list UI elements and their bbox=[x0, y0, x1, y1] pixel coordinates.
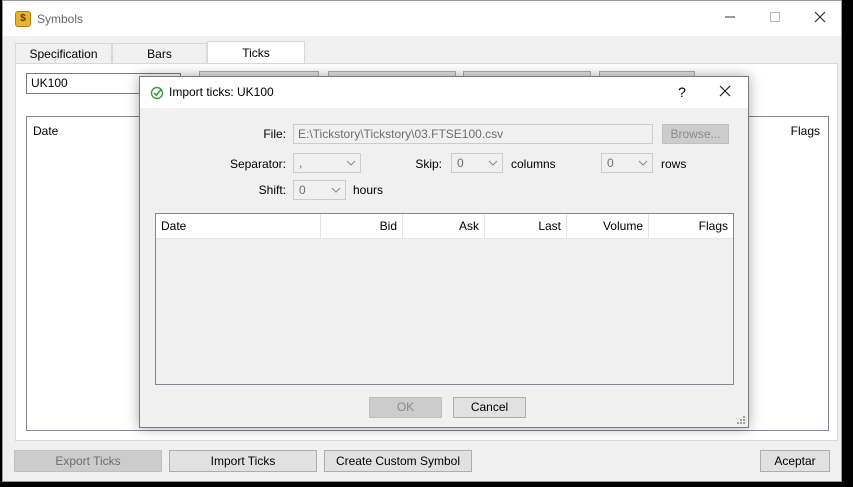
import-ticks-button[interactable]: Import Ticks bbox=[169, 450, 317, 472]
symbols-titlebar[interactable]: $ Symbols bbox=[3, 1, 841, 36]
close-button[interactable] bbox=[805, 7, 835, 29]
separator-label: Separator: bbox=[229, 157, 286, 171]
column-header-date[interactable]: Date bbox=[156, 214, 321, 239]
dialog-titlebar[interactable]: Import ticks: UK100 ? bbox=[140, 77, 748, 108]
maximize-button[interactable] bbox=[760, 7, 790, 29]
symbols-coin-icon: $ bbox=[15, 11, 31, 27]
chevron-down-icon bbox=[331, 187, 341, 193]
column-header-volume[interactable]: Volume bbox=[567, 214, 649, 239]
file-label: File: bbox=[263, 127, 286, 141]
chevron-down-icon bbox=[346, 160, 356, 166]
create-custom-symbol-button[interactable]: Create Custom Symbol bbox=[324, 450, 472, 472]
help-button[interactable]: ? bbox=[672, 82, 692, 102]
minimize-button[interactable] bbox=[715, 7, 745, 29]
column-header-flags[interactable]: Flags bbox=[649, 214, 733, 239]
export-ticks-button[interactable]: Export Ticks bbox=[14, 450, 162, 472]
skip-rows-value: 0 bbox=[607, 156, 614, 170]
browse-button[interactable]: Browse... bbox=[662, 124, 729, 144]
columns-label: columns bbox=[511, 157, 556, 171]
column-header-flags[interactable]: Flags bbox=[791, 124, 820, 138]
close-icon bbox=[719, 85, 731, 97]
hours-label: hours bbox=[353, 183, 384, 197]
column-header-date[interactable]: Date bbox=[33, 124, 58, 138]
import-check-icon bbox=[150, 86, 164, 100]
preview-table[interactable]: Date Bid Ask Last Volume Flags bbox=[155, 213, 734, 385]
chevron-down-icon bbox=[488, 160, 498, 166]
window-title: Symbols bbox=[37, 12, 84, 26]
separator-select[interactable]: , bbox=[293, 153, 361, 173]
separator-value: , bbox=[299, 156, 303, 170]
skip-columns-select[interactable]: 0 bbox=[451, 153, 503, 173]
shift-label: Shift: bbox=[258, 183, 286, 197]
tab-ticks[interactable]: Ticks bbox=[207, 41, 305, 64]
skip-columns-value: 0 bbox=[457, 156, 464, 170]
preview-table-header: Date Bid Ask Last Volume Flags bbox=[156, 214, 733, 239]
ok-button[interactable]: OK bbox=[369, 397, 442, 418]
shift-select[interactable]: 0 bbox=[293, 180, 346, 200]
column-header-ask[interactable]: Ask bbox=[403, 214, 485, 239]
chevron-down-icon bbox=[638, 160, 648, 166]
import-ticks-dialog: Import ticks: UK100 ? File: E:\Tickstory… bbox=[139, 76, 749, 428]
tab-bars[interactable]: Bars bbox=[112, 43, 207, 65]
accept-button[interactable]: Aceptar bbox=[760, 450, 830, 472]
column-header-last[interactable]: Last bbox=[485, 214, 567, 239]
cancel-button[interactable]: Cancel bbox=[453, 397, 526, 418]
skip-rows-select[interactable]: 0 bbox=[601, 153, 653, 173]
dialog-close-button[interactable] bbox=[713, 81, 737, 103]
column-header-bid[interactable]: Bid bbox=[321, 214, 403, 239]
dialog-title: Import ticks: UK100 bbox=[169, 85, 274, 99]
skip-label: Skip: bbox=[415, 157, 442, 171]
tab-specification[interactable]: Specification bbox=[15, 43, 112, 65]
file-path-input[interactable]: E:\Tickstory\Tickstory\03.FTSE100.csv bbox=[293, 124, 653, 144]
resize-grip-icon[interactable] bbox=[736, 415, 746, 425]
rows-label: rows bbox=[661, 157, 687, 171]
close-icon bbox=[814, 11, 826, 23]
shift-value: 0 bbox=[299, 183, 306, 197]
maximize-icon bbox=[770, 12, 780, 22]
minimize-icon bbox=[725, 16, 735, 18]
